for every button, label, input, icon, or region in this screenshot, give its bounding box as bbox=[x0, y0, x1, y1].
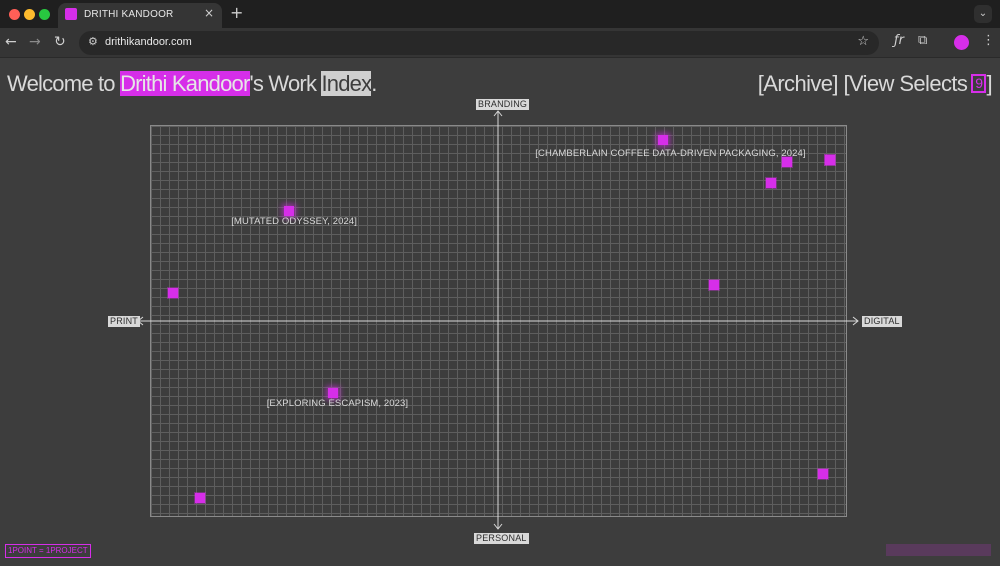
extension-icon[interactable]: ƒr bbox=[894, 34, 904, 48]
project-label[interactable]: [CHAMBERLAIN COFFEE DATA-DRIVEN PACKAGIN… bbox=[535, 148, 805, 159]
close-tab-icon[interactable]: × bbox=[204, 6, 214, 20]
reload-icon[interactable]: ↻ bbox=[54, 35, 66, 49]
project-point[interactable] bbox=[708, 279, 719, 290]
project-point[interactable] bbox=[327, 387, 338, 398]
project-point[interactable] bbox=[284, 206, 295, 217]
close-window-icon[interactable] bbox=[9, 9, 20, 20]
profile-avatar[interactable] bbox=[954, 35, 969, 50]
project-point[interactable] bbox=[658, 134, 669, 145]
tab-bar: DRITHI KANDOOR × + ⌄ bbox=[0, 0, 1000, 28]
minimize-window-icon[interactable] bbox=[24, 9, 35, 20]
address-bar[interactable]: ⚙ drithikandoor.com ☆ bbox=[79, 31, 879, 55]
browser-tab[interactable]: DRITHI KANDOOR × bbox=[58, 3, 222, 28]
tab-search-icon[interactable]: ⌄ bbox=[974, 5, 992, 23]
faint-highlight bbox=[886, 544, 991, 556]
bookmark-star-icon[interactable]: ☆ bbox=[857, 34, 869, 49]
extensions-puzzle-icon[interactable]: ⧉ bbox=[918, 34, 927, 48]
page: Welcome to Drithi Kandoor's Work Index. … bbox=[0, 59, 1000, 566]
browser-toolbar: ← → ↻ ⚙ drithikandoor.com ☆ ƒr ⧉ ⋮ bbox=[0, 28, 1000, 58]
axis-label-right: DIGITAL bbox=[862, 316, 902, 327]
forward-icon[interactable]: → bbox=[29, 35, 41, 49]
project-point[interactable] bbox=[781, 157, 792, 168]
project-label[interactable]: [EXPLORING ESCAPISM, 2023] bbox=[267, 398, 408, 409]
favicon-icon bbox=[65, 8, 77, 20]
new-tab-icon[interactable]: + bbox=[230, 3, 243, 22]
project-label[interactable]: [MUTATED ODYSSEY, 2024] bbox=[231, 216, 357, 227]
axis-label-bottom: PERSONAL bbox=[474, 533, 529, 544]
maximize-window-icon[interactable] bbox=[39, 9, 50, 20]
axis-label-left: PRINT bbox=[108, 316, 140, 327]
back-icon[interactable]: ← bbox=[5, 35, 17, 49]
project-point[interactable] bbox=[766, 177, 777, 188]
site-info-icon[interactable]: ⚙ bbox=[88, 35, 98, 48]
tab-title: DRITHI KANDOOR bbox=[84, 9, 174, 20]
chart-axes bbox=[137, 110, 859, 530]
project-point[interactable] bbox=[818, 468, 829, 479]
url-text[interactable]: drithikandoor.com bbox=[105, 36, 192, 48]
legend-label: 1POINT = 1PROJECT bbox=[5, 544, 91, 558]
axis-label-top: BRANDING bbox=[476, 99, 530, 110]
project-point[interactable] bbox=[195, 493, 206, 504]
project-point[interactable] bbox=[167, 287, 178, 298]
project-point[interactable] bbox=[825, 155, 836, 166]
browser-menu-icon[interactable]: ⋮ bbox=[982, 34, 995, 48]
